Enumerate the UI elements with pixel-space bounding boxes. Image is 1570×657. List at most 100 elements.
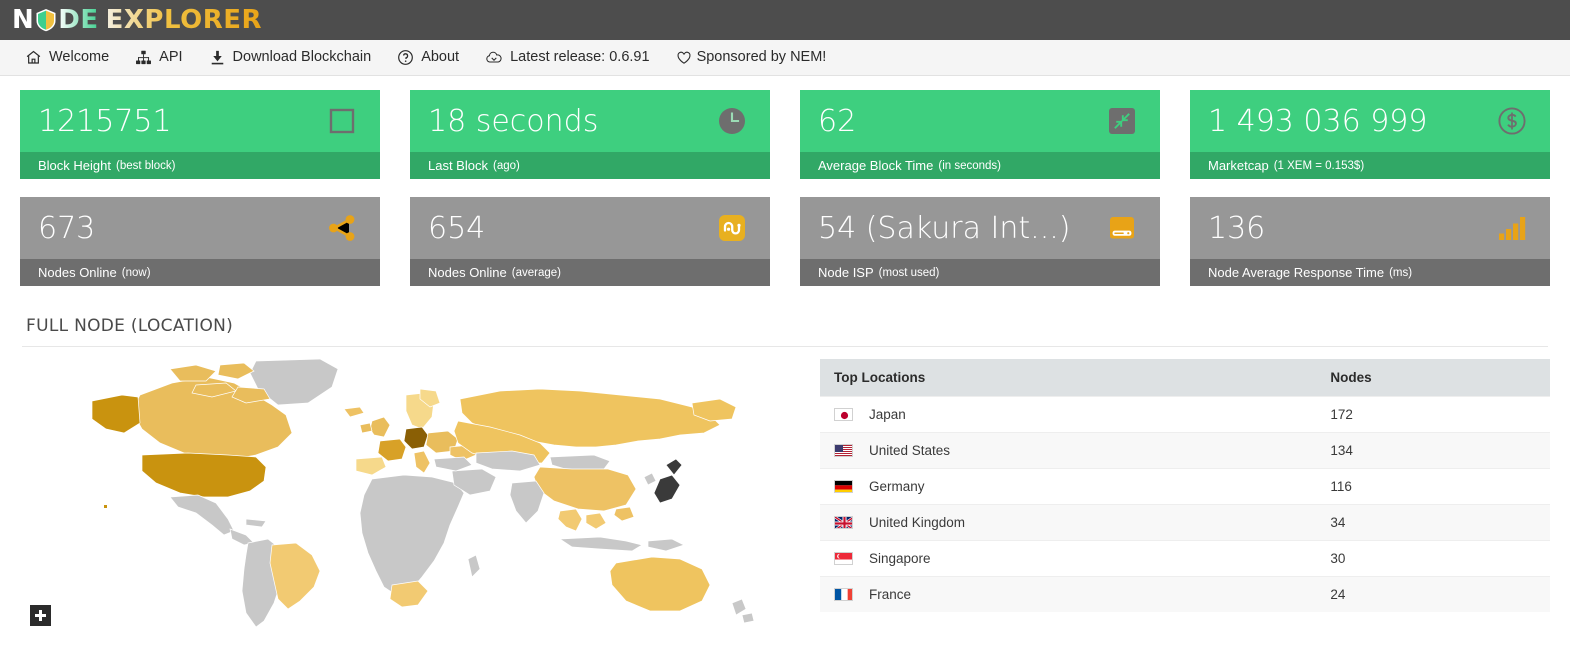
stat-label: Marketcap [1208, 158, 1269, 173]
cube-icon [322, 101, 362, 141]
table-body: Japan 172 United States 134 Germany 116 … [820, 396, 1550, 612]
nodes-cell: 134 [1316, 432, 1550, 469]
nodes-cell: 116 [1316, 468, 1550, 505]
nav-item-latest-release[interactable]: Latest release: 0.6.91 [472, 40, 662, 75]
stat-card-node-average-response-time[interactable]: 136 Node Average Response Time (ms) [1190, 197, 1550, 286]
nav-item-sponsored[interactable]: Sponsored by NEM! [663, 40, 840, 75]
nav-label: API [159, 49, 183, 66]
stat-card-footer: Nodes Online (average) [410, 259, 770, 286]
stat-card-body: 136 [1190, 197, 1550, 259]
stat-label: Node ISP [818, 265, 874, 280]
country-cell: Germany [820, 468, 1317, 505]
stat-card-nodes-online-average[interactable]: 654 Nodes Online (average) [410, 197, 770, 286]
map-zoom-in-button[interactable] [30, 605, 51, 626]
nodes-cell: 30 [1316, 540, 1550, 577]
top-locations-table: Top Locations Nodes Japan 172 United Sta… [820, 359, 1550, 612]
cloud-download-icon [485, 49, 503, 66]
nav-item-welcome[interactable]: Welcome [12, 40, 122, 75]
nav-item-api[interactable]: API [122, 40, 195, 75]
stat-card-average-block-time[interactable]: 62 Average Block Time (in seconds) [800, 90, 1160, 179]
logo-text-n: N [12, 5, 35, 35]
column-header-nodes[interactable]: Nodes [1316, 359, 1550, 397]
stat-cards-region: 1215751 Block Height (best block) 18 sec… [0, 76, 1570, 286]
nem-shield-icon [35, 8, 57, 32]
stat-card-block-height[interactable]: 1215751 Block Height (best block) [20, 90, 380, 179]
stat-value: 654 [428, 211, 486, 245]
country-name: France [869, 587, 912, 602]
nodes-cell: 34 [1316, 504, 1550, 541]
share-icon [322, 208, 362, 248]
stat-card-node-isp[interactable]: 54 (Sakura Int...) Node ISP (most used) [800, 197, 1160, 286]
table-row[interactable]: Singapore 30 [820, 540, 1550, 577]
stat-card-footer: Node ISP (most used) [800, 259, 1160, 286]
fr-flag-icon [834, 588, 853, 601]
stat-value: 62 [818, 104, 857, 138]
plus-icon [35, 610, 46, 621]
heart-icon [676, 50, 692, 66]
home-icon [25, 49, 42, 66]
gb-flag-icon [834, 516, 853, 529]
country-name: Germany [869, 479, 925, 494]
stat-card-body: 1215751 [20, 90, 380, 152]
country-cell: Japan [820, 396, 1317, 433]
country-name: United Kingdom [869, 515, 966, 530]
stat-cards-row-1: 1215751 Block Height (best block) 18 sec… [20, 90, 1550, 179]
table-header-row: Top Locations Nodes [820, 359, 1550, 397]
table-row[interactable]: France 24 [820, 576, 1550, 612]
nav-label: Download Blockchain [232, 49, 372, 66]
column-header-top-locations[interactable]: Top Locations [820, 359, 1317, 397]
stat-label: Nodes Online [428, 265, 507, 280]
stat-sublabel: (most used) [878, 266, 940, 279]
world-map[interactable] [20, 359, 800, 629]
nodes-cell: 24 [1316, 576, 1550, 612]
stat-card-body: 62 [800, 90, 1160, 152]
table-row[interactable]: United States 134 [820, 432, 1550, 469]
question-circle-icon [397, 49, 414, 66]
country-cell: Singapore [820, 540, 1317, 577]
main-navbar: Welcome API Download Blockchain About La… [0, 40, 1570, 76]
stat-card-marketcap[interactable]: 1 493 036 999 Marketcap (1 XEM = 0.153$) [1190, 90, 1550, 179]
stat-label: Block Height [38, 158, 111, 173]
stat-label: Last Block [428, 158, 488, 173]
stat-sublabel: (ago) [492, 159, 520, 172]
stat-card-footer: Block Height (best block) [20, 152, 380, 179]
stat-sublabel: (now) [121, 266, 151, 279]
dollar-icon [1492, 101, 1532, 141]
country-cell: United States [820, 432, 1317, 469]
stat-card-nodes-online-now[interactable]: 673 Nodes Online (now) [20, 197, 380, 286]
stat-sublabel: (1 XEM = 0.153$) [1273, 159, 1365, 172]
map-and-table-region: Top Locations Nodes Japan 172 United Sta… [0, 347, 1570, 629]
world-map-svg[interactable] [20, 359, 800, 629]
stat-label: Nodes Online [38, 265, 117, 280]
table-row[interactable]: Japan 172 [820, 396, 1550, 433]
country-name: United States [869, 443, 951, 458]
nav-label: Sponsored by NEM! [696, 49, 827, 66]
logo-text-explorer: EXPLORER [105, 5, 263, 35]
country-name: Singapore [869, 551, 931, 566]
nav-item-about[interactable]: About [384, 40, 472, 75]
nav-item-download-blockchain[interactable]: Download Blockchain [196, 40, 385, 75]
stat-label: Node Average Response Time [1208, 265, 1385, 280]
stat-value: 1 493 036 999 [1208, 104, 1428, 138]
app-header: N DE EXPLORER [0, 0, 1570, 40]
table-row[interactable]: United Kingdom 34 [820, 504, 1550, 541]
table-row[interactable]: Germany 116 [820, 468, 1550, 505]
stat-sublabel: (average) [511, 266, 561, 279]
app-logo[interactable]: N DE EXPLORER [12, 7, 262, 33]
sitemap-icon [135, 49, 152, 66]
stat-value: 18 seconds [428, 104, 599, 138]
stat-card-footer: Node Average Response Time (ms) [1190, 259, 1550, 286]
jp-flag-icon [834, 408, 853, 421]
stat-card-body: 18 seconds [410, 90, 770, 152]
stat-sublabel: (in seconds) [938, 159, 1002, 172]
stumbleupon-icon [712, 208, 752, 248]
country-cell: United Kingdom [820, 504, 1317, 541]
section-title-full-node-location: FULL NODE (LOCATION) [26, 316, 234, 336]
signal-bars-icon [1492, 208, 1532, 248]
download-icon [209, 49, 226, 66]
stat-card-body: 673 [20, 197, 380, 259]
stat-card-body: 1 493 036 999 [1190, 90, 1550, 152]
stat-card-last-block[interactable]: 18 seconds Last Block (ago) [410, 90, 770, 179]
stat-value: 54 (Sakura Int...) [818, 211, 1071, 245]
stat-cards-row-2: 673 Nodes Online (now) 654 Nodes Online … [20, 197, 1550, 286]
